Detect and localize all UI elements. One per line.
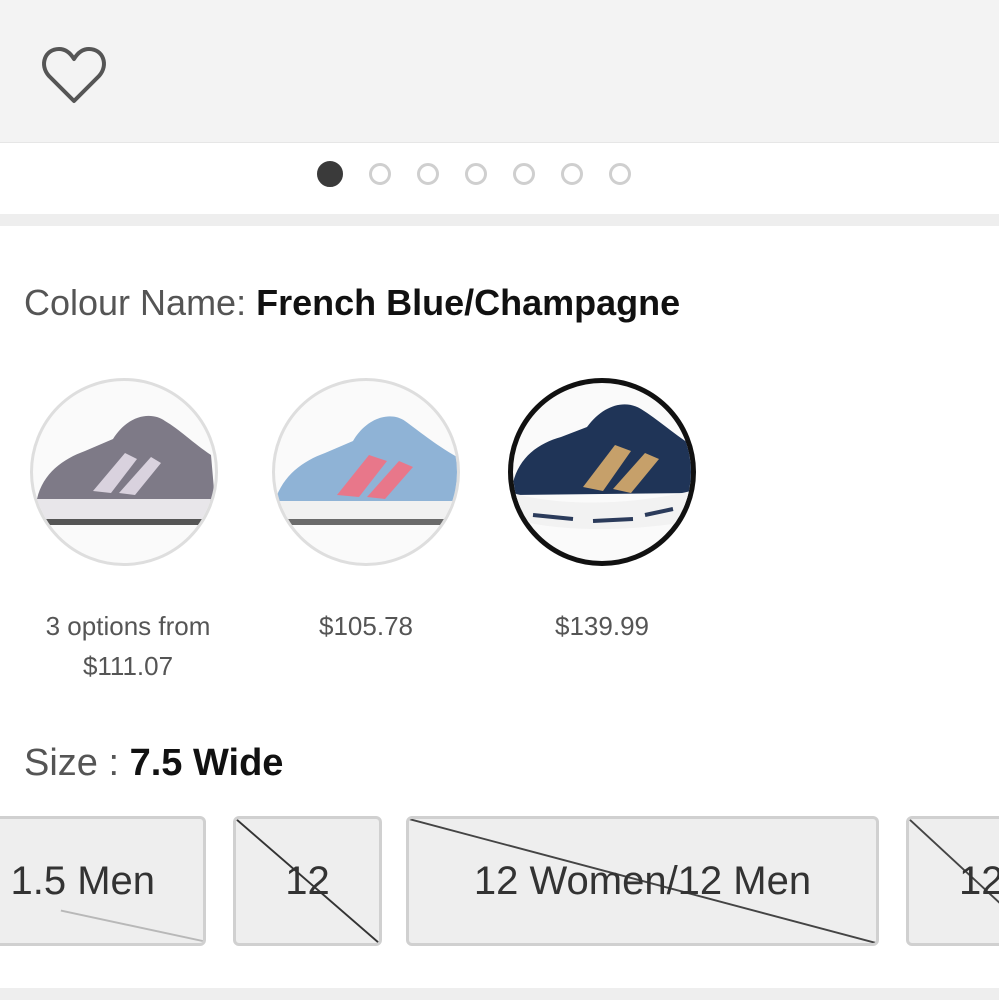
size-option-1-5-men[interactable]: 1.5 Men: [0, 816, 206, 946]
section-divider: [0, 214, 999, 226]
colour-swatch-grey-pink[interactable]: [30, 378, 218, 566]
product-page: Colour Name: French Blue/Champagne 3 opt…: [0, 0, 999, 1000]
size-label: Size :: [24, 742, 130, 784]
carousel-dot[interactable]: [369, 163, 391, 185]
heart-outline-icon: [42, 47, 106, 103]
size-heading: Size : 7.5 Wide: [24, 742, 283, 785]
colour-name-value: French Blue/Champagne: [256, 282, 681, 323]
product-image-area[interactable]: [0, 0, 999, 143]
swatch-price-blue-coral: $105.78: [266, 606, 466, 646]
shoe-thumbnail-blue: [275, 416, 457, 525]
shoe-thumbnail-navy: [513, 404, 691, 530]
carousel-dot[interactable]: [609, 163, 631, 185]
size-option-label: 12: [285, 858, 330, 903]
colour-swatch-blue-coral[interactable]: [272, 378, 460, 566]
swatch-price-grey-pink: 3 options from $111.07: [8, 606, 248, 686]
size-option-label: 12 Women/12 Men: [473, 858, 812, 903]
size-option-12-women-12-men[interactable]: 12 Women/12 Men: [406, 816, 879, 946]
carousel-dot[interactable]: [513, 163, 535, 185]
carousel-dots: [317, 161, 631, 187]
bottom-divider: [0, 988, 999, 1000]
colour-name-label: Colour Name:: [24, 282, 257, 323]
size-value: 7.5 Wide: [129, 742, 284, 784]
swatch-price-line: $139.99: [555, 611, 649, 641]
size-option-12-partial[interactable]: 12: [906, 816, 999, 946]
swatch-price-line: 3 options from: [45, 611, 211, 641]
colour-swatch-navy-gold[interactable]: [508, 378, 696, 566]
size-option-label: 12: [959, 858, 999, 903]
carousel-dot[interactable]: [561, 163, 583, 185]
shoe-thumbnail-grey: [33, 415, 215, 525]
swatch-price-navy-gold: $139.99: [502, 606, 702, 646]
swatch-price-line: $111.07: [82, 651, 174, 681]
carousel-dot[interactable]: [417, 163, 439, 185]
colour-name-heading: Colour Name: French Blue/Champagne: [24, 282, 680, 324]
carousel-dot[interactable]: [317, 161, 343, 187]
carousel-dot[interactable]: [465, 163, 487, 185]
swatch-price-line: $105.78: [319, 611, 413, 641]
wishlist-button[interactable]: [38, 42, 110, 108]
size-option-12[interactable]: 12: [233, 816, 382, 946]
size-option-label: 1.5 Men: [10, 858, 155, 903]
